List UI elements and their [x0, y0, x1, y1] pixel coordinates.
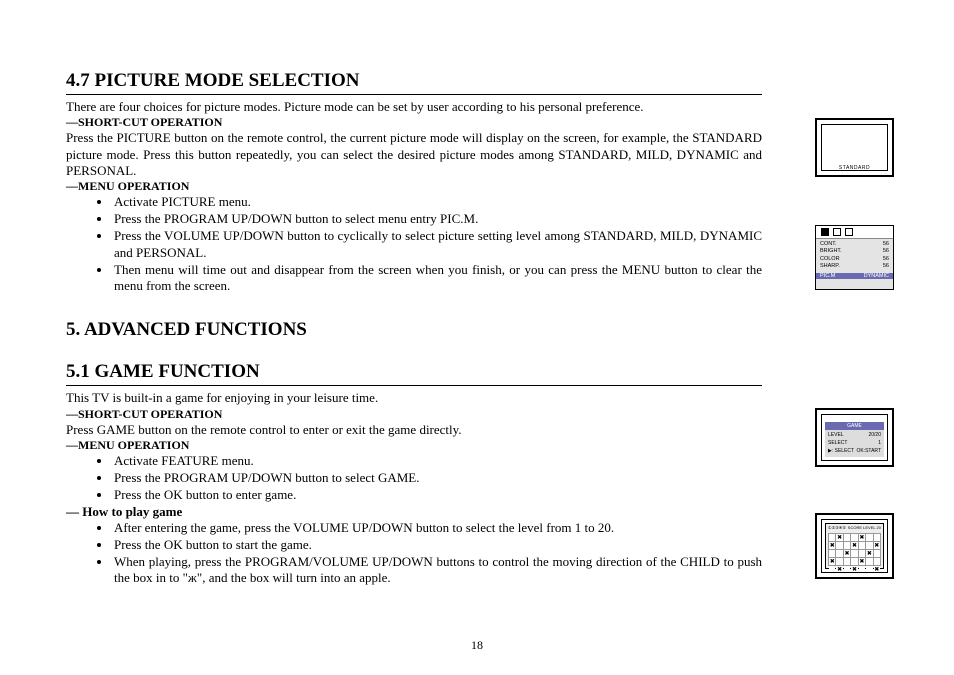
section-title-47: 4.7 PICTURE MODE SELECTION: [66, 70, 762, 95]
page-number: 18: [0, 638, 954, 653]
r2k: SELECT: [828, 440, 847, 446]
menu-bullet-51-2: Press the OK button to enter game.: [112, 487, 762, 504]
howto-bullets-51: After entering the game, press the VOLUM…: [112, 520, 762, 588]
row-v: 56: [883, 256, 889, 263]
row-v: 56: [883, 248, 889, 255]
illustration-game-play: ①②③④⑤ SCORE LEVEL 20: [815, 513, 894, 579]
illus2-rows: CONT. 56 BRIGHT. 56 COLOR 56 SHARP. 56: [816, 239, 893, 273]
illus3-title: GAME: [825, 422, 884, 430]
top-r: SCORE LEVEL 20: [848, 525, 881, 530]
menu-icon: [833, 228, 841, 236]
illustration-picture-mode-screen: STANDARD: [815, 118, 894, 177]
r1v: 20/20: [868, 432, 881, 438]
shortcut-label-47: —SHORT-CUT OPERATION: [66, 115, 762, 130]
howto-bullet-51-1: Press the OK button to start the game.: [112, 537, 762, 554]
shortcut-text-51: Press GAME button on the remote control …: [66, 422, 762, 438]
bullet-47-1: Press the PROGRAM UP/DOWN button to sele…: [112, 211, 762, 228]
section-4-7: 4.7 PICTURE MODE SELECTION There are fou…: [66, 70, 762, 295]
game-grid: [828, 533, 881, 566]
bullets-47: Activate PICTURE menu. Press the PROGRAM…: [112, 194, 762, 295]
row-k: BRIGHT.: [820, 248, 842, 255]
bot-l: PIC.M: [820, 273, 835, 279]
illus2-top-icons: [816, 226, 893, 239]
section-title-5: 5. ADVANCED FUNCTIONS: [66, 319, 762, 343]
section-title-51: 5.1 GAME FUNCTION: [66, 361, 762, 386]
menu-icon: [821, 228, 829, 236]
intro-47: There are four choices for picture modes…: [66, 99, 762, 115]
row-k: SHARP.: [820, 263, 840, 270]
r1k: LEVEL: [828, 432, 844, 438]
row-v: 56: [883, 263, 889, 270]
howto-label-51: — How to play game: [66, 504, 762, 520]
shortcut-label-51: —SHORT-CUT OPERATION: [66, 407, 762, 422]
menu-bullets-51: Activate FEATURE menu. Press the PROGRAM…: [112, 453, 762, 504]
illus1-label: STANDARD: [817, 165, 892, 171]
menu-bullet-51-1: Press the PROGRAM UP/DOWN button to sele…: [112, 470, 762, 487]
section-5: 5. ADVANCED FUNCTIONS: [66, 319, 762, 343]
illustration-picture-menu: CONT. 56 BRIGHT. 56 COLOR 56 SHARP. 56 PIC.M…: [815, 225, 894, 290]
howto-bullet-51-2: When playing, press the PROGRAM/VOLUME U…: [112, 554, 762, 588]
row-v: 56: [883, 241, 889, 248]
menu-bullet-51-0: Activate FEATURE menu.: [112, 453, 762, 470]
row-k: COLOR: [820, 256, 840, 263]
top-l: ①②③④⑤: [828, 525, 846, 530]
illus2-bottom: PIC.M DYNAMIC: [816, 273, 893, 279]
menuop-label-51: —MENU OPERATION: [66, 438, 762, 453]
row-k: CONT.: [820, 241, 837, 248]
howto-bullet-51-0: After entering the game, press the VOLUM…: [112, 520, 762, 537]
menuop-label-47: —MENU OPERATION: [66, 179, 762, 194]
intro-51: This TV is built-in a game for enjoying …: [66, 390, 762, 406]
bot-r: DYNAMIC: [864, 273, 889, 279]
shortcut-text-47: Press the PICTURE button on the remote c…: [66, 130, 762, 179]
r3k: ▶: SELECT: [828, 448, 854, 454]
illustration-game-menu: GAME LEVEL 20/20 SELECT 1 ▶: SELECTOK:STAR…: [815, 408, 894, 467]
section-5-1: 5.1 GAME FUNCTION This TV is built-in a …: [66, 361, 762, 587]
bullet-47-0: Activate PICTURE menu.: [112, 194, 762, 211]
r3v: OK:START: [856, 448, 881, 454]
menu-icon: [845, 228, 853, 236]
bullet-47-3: Then menu will time out and disappear fr…: [112, 262, 762, 296]
bullet-47-2: Press the VOLUME UP/DOWN button to cycli…: [112, 228, 762, 262]
r2v: 1: [878, 440, 881, 446]
